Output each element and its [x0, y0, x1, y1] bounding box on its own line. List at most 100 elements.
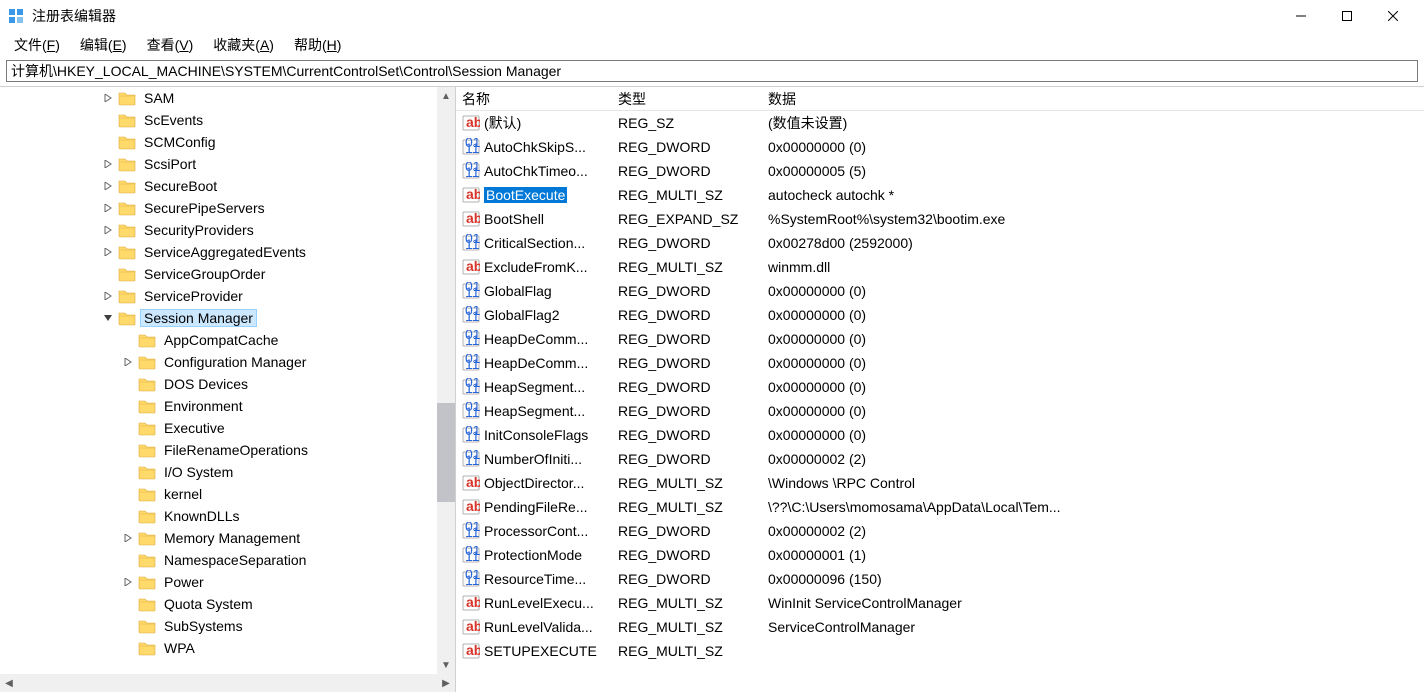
value-row[interactable]: GlobalFlag2REG_DWORD0x00000000 (0): [456, 303, 1424, 327]
tree-horizontal-scrollbar[interactable]: ◀ ▶: [0, 674, 455, 692]
folder-icon: [138, 376, 156, 392]
value-row[interactable]: ExcludeFromK...REG_MULTI_SZwinmm.dll: [456, 255, 1424, 279]
chevron-down-icon[interactable]: [100, 310, 116, 326]
tree-item[interactable]: KnownDLLs: [0, 505, 437, 527]
minimize-button[interactable]: [1278, 0, 1324, 32]
chevron-right-icon[interactable]: [100, 288, 116, 304]
folder-icon: [118, 244, 136, 260]
tree-item[interactable]: AppCompatCache: [0, 329, 437, 351]
tree-item[interactable]: ScsiPort: [0, 153, 437, 175]
scroll-right-icon[interactable]: ▶: [437, 674, 455, 692]
menu-help[interactable]: 帮助(H): [286, 33, 349, 57]
value-row[interactable]: BootExecuteREG_MULTI_SZautocheck autochk…: [456, 183, 1424, 207]
value-row[interactable]: HeapDeComm...REG_DWORD0x00000000 (0): [456, 351, 1424, 375]
menu-favorites[interactable]: 收藏夹(A): [205, 33, 282, 57]
tree-item-label: WPA: [160, 640, 199, 656]
tree-item[interactable]: SecurePipeServers: [0, 197, 437, 219]
value-name: PendingFileRe...: [484, 499, 588, 515]
tree-item[interactable]: SCMConfig: [0, 131, 437, 153]
value-row[interactable]: HeapSegment...REG_DWORD0x00000000 (0): [456, 375, 1424, 399]
binary-value-icon: [462, 378, 480, 396]
folder-icon: [138, 332, 156, 348]
folder-icon: [118, 134, 136, 150]
menu-file[interactable]: 文件(F): [6, 33, 68, 57]
folder-icon: [118, 90, 136, 106]
value-row[interactable]: ProtectionModeREG_DWORD0x00000001 (1): [456, 543, 1424, 567]
value-data: 0x00000001 (1): [762, 547, 1424, 563]
tree-item[interactable]: WPA: [0, 637, 437, 659]
value-name: RunLevelValida...: [484, 619, 593, 635]
tree-item[interactable]: SecureBoot: [0, 175, 437, 197]
tree-item-label: I/O System: [160, 464, 237, 480]
menu-view[interactable]: 查看(V): [139, 33, 202, 57]
value-row[interactable]: HeapSegment...REG_DWORD0x00000000 (0): [456, 399, 1424, 423]
value-row[interactable]: ProcessorCont...REG_DWORD0x00000002 (2): [456, 519, 1424, 543]
expander-placeholder: [120, 552, 136, 568]
maximize-button[interactable]: [1324, 0, 1370, 32]
tree-item[interactable]: NamespaceSeparation: [0, 549, 437, 571]
column-name[interactable]: 名称: [456, 89, 612, 109]
folder-icon: [138, 618, 156, 634]
value-row[interactable]: RunLevelValida...REG_MULTI_SZServiceCont…: [456, 615, 1424, 639]
tree-item[interactable]: SAM: [0, 87, 437, 109]
value-row[interactable]: CriticalSection...REG_DWORD0x00278d00 (2…: [456, 231, 1424, 255]
tree-item[interactable]: Memory Management: [0, 527, 437, 549]
value-row[interactable]: ResourceTime...REG_DWORD0x00000096 (150): [456, 567, 1424, 591]
value-row[interactable]: AutoChkSkipS...REG_DWORD0x00000000 (0): [456, 135, 1424, 159]
value-type: REG_DWORD: [612, 307, 762, 323]
value-type: REG_MULTI_SZ: [612, 643, 762, 659]
chevron-right-icon[interactable]: [100, 178, 116, 194]
value-row[interactable]: PendingFileRe...REG_MULTI_SZ\??\C:\Users…: [456, 495, 1424, 519]
column-data[interactable]: 数据: [762, 89, 1424, 109]
chevron-right-icon[interactable]: [120, 530, 136, 546]
value-row[interactable]: ObjectDirector...REG_MULTI_SZ\Windows \R…: [456, 471, 1424, 495]
tree-item[interactable]: ServiceAggregatedEvents: [0, 241, 437, 263]
tree-item-label: ServiceAggregatedEvents: [140, 244, 310, 260]
value-type: REG_DWORD: [612, 451, 762, 467]
folder-icon: [138, 420, 156, 436]
tree-item[interactable]: SecurityProviders: [0, 219, 437, 241]
value-row[interactable]: BootShellREG_EXPAND_SZ%SystemRoot%\syste…: [456, 207, 1424, 231]
chevron-right-icon[interactable]: [100, 244, 116, 260]
tree-item[interactable]: ScEvents: [0, 109, 437, 131]
value-row[interactable]: NumberOfIniti...REG_DWORD0x00000002 (2): [456, 447, 1424, 471]
tree-item[interactable]: Session Manager: [0, 307, 437, 329]
tree-item[interactable]: Executive: [0, 417, 437, 439]
tree-item[interactable]: kernel: [0, 483, 437, 505]
value-data: WinInit ServiceControlManager: [762, 595, 1424, 611]
chevron-right-icon[interactable]: [120, 574, 136, 590]
tree-item-label: ServiceGroupOrder: [140, 266, 269, 282]
address-bar[interactable]: 计算机\HKEY_LOCAL_MACHINE\SYSTEM\CurrentCon…: [6, 60, 1418, 82]
value-row[interactable]: RunLevelExecu...REG_MULTI_SZWinInit Serv…: [456, 591, 1424, 615]
close-button[interactable]: [1370, 0, 1416, 32]
chevron-right-icon[interactable]: [100, 90, 116, 106]
chevron-right-icon[interactable]: [120, 354, 136, 370]
chevron-right-icon[interactable]: [100, 156, 116, 172]
chevron-right-icon[interactable]: [100, 222, 116, 238]
value-row[interactable]: SETUPEXECUTEREG_MULTI_SZ: [456, 639, 1424, 663]
value-row[interactable]: AutoChkTimeo...REG_DWORD0x00000005 (5): [456, 159, 1424, 183]
scroll-up-icon[interactable]: ▲: [437, 87, 455, 105]
tree-item[interactable]: I/O System: [0, 461, 437, 483]
tree-vertical-scrollbar[interactable]: ▲ ▼: [437, 87, 455, 674]
scroll-down-icon[interactable]: ▼: [437, 656, 455, 674]
tree-item[interactable]: ServiceProvider: [0, 285, 437, 307]
tree-item[interactable]: SubSystems: [0, 615, 437, 637]
tree-item[interactable]: Power: [0, 571, 437, 593]
value-row[interactable]: HeapDeComm...REG_DWORD0x00000000 (0): [456, 327, 1424, 351]
value-row[interactable]: GlobalFlagREG_DWORD0x00000000 (0): [456, 279, 1424, 303]
tree-item[interactable]: Quota System: [0, 593, 437, 615]
value-row[interactable]: InitConsoleFlagsREG_DWORD0x00000000 (0): [456, 423, 1424, 447]
menu-edit[interactable]: 编辑(E): [72, 33, 135, 57]
tree-item[interactable]: ServiceGroupOrder: [0, 263, 437, 285]
value-type: REG_MULTI_SZ: [612, 595, 762, 611]
value-name: InitConsoleFlags: [484, 427, 588, 443]
tree-item[interactable]: FileRenameOperations: [0, 439, 437, 461]
scroll-left-icon[interactable]: ◀: [0, 674, 18, 692]
tree-item[interactable]: Environment: [0, 395, 437, 417]
chevron-right-icon[interactable]: [100, 200, 116, 216]
tree-item[interactable]: DOS Devices: [0, 373, 437, 395]
value-row[interactable]: (默认)REG_SZ(数值未设置): [456, 111, 1424, 135]
column-type[interactable]: 类型: [612, 89, 762, 109]
tree-item[interactable]: Configuration Manager: [0, 351, 437, 373]
